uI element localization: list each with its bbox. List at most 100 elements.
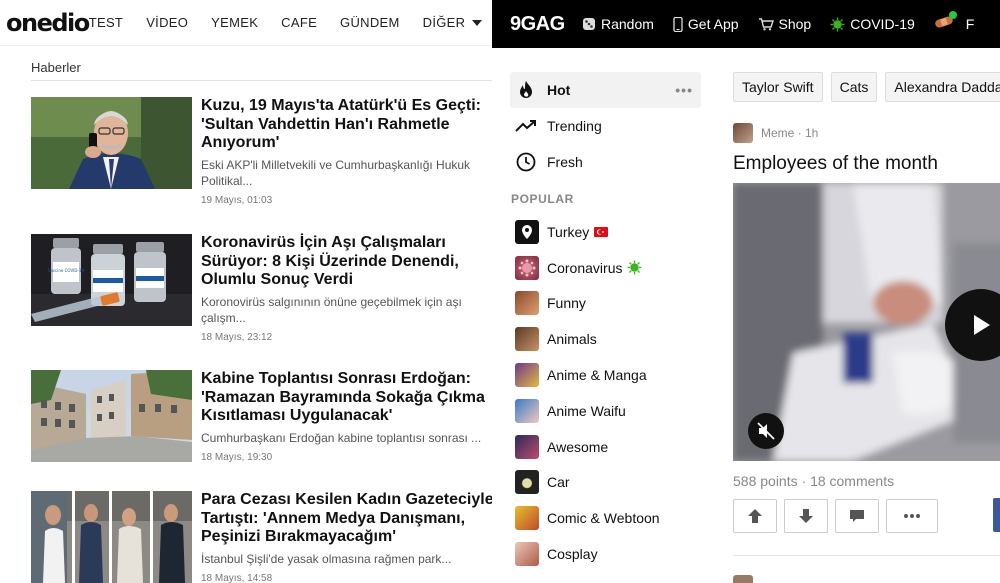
sidebar-item-label: Awesome [547,438,609,455]
section-avatar[interactable] [733,123,753,143]
nav-get-app[interactable]: Get App [673,16,739,32]
sidebar-item-label: Turkey [547,223,590,240]
nav-covid[interactable]: COVID-19 [830,16,915,32]
nav-get-app-label: Get App [687,16,739,32]
tag-alexandra-daddario[interactable]: Alexandra Daddario [885,72,1000,102]
nav-shop[interactable]: Shop [758,16,812,32]
sidebar-item-label: Trending [547,118,602,134]
car-section-icon [515,470,539,495]
popular-header: POPULAR [511,192,574,206]
onedio-top-nav: onedio TEST VİDEO YEMEK CAFE GÜNDEM DİĞE… [0,0,492,46]
flame-icon [515,79,537,101]
comment-button[interactable] [835,499,879,533]
nav-test[interactable]: TEST [89,15,123,30]
ninegag-top-bar: 9GAG Random Get App Shop COVID-19 F [492,0,1000,48]
ninegag-page: 9GAG Random Get App Shop COVID-19 F Hot … [492,0,1000,583]
sidebar-item-anime-manga[interactable]: Anime & Manga [510,357,701,393]
virus-icon [830,17,845,32]
sidebar-item-animals[interactable]: Animals [510,321,701,357]
clock-icon [515,151,537,173]
onedio-page: onedio TEST VİDEO YEMEK CAFE GÜNDEM DİĞE… [0,0,492,583]
cart-icon [758,17,774,31]
news-date: 18 Mayıs, 14:58 [201,572,273,583]
news-title[interactable]: Para Cezası Kesilen Kadın Gazeteciyle Ta… [201,491,492,547]
news-date: 18 Mayıs, 23:12 [201,331,273,343]
sidebar-item-hot[interactable]: Hot ••• [510,72,701,108]
news-article[interactable]: Kabine Toplantısı Sonrası Erdoğan: 'Rama… [31,370,492,465]
animals-section-icon [515,327,539,352]
sidebar-item-funny[interactable]: Funny [510,286,701,322]
sidebar-item-label: Comic & Webtoon [547,510,660,527]
nav-cut-item[interactable]: F [966,16,975,32]
news-thumbnail-journalist-police[interactable] [31,491,192,583]
news-description: Cumhurbaşkanı Erdoğan kabine toplantısı … [201,430,482,445]
ninegag-nav: Random Get App Shop COVID-19 F [582,10,993,34]
sidebar-item-cosplay[interactable]: Cosplay [510,536,701,572]
nav-cafe[interactable]: CAFE [281,15,317,30]
sidebar-item-coronavirus[interactable]: Coronavirus [510,250,701,286]
virus-icon [627,260,642,275]
news-thumbnail-politician-phone[interactable] [31,97,192,189]
anime-section-icon [515,363,539,388]
comic-section-icon [515,506,539,531]
sidebar-item-label: Hot [547,82,571,98]
news-text: Kuzu, 19 Mayıs'ta Atatürk'ü Es Geçti: 'S… [201,97,492,206]
post-video[interactable] [733,183,1000,461]
speaker-muted-icon [757,422,775,440]
news-description: Eski AKP'li Milletvekili ve Cumhurbaşkan… [201,157,471,188]
news-title[interactable]: Kabine Toplantısı Sonrası Erdoğan: 'Rama… [201,370,492,426]
news-title[interactable]: Kuzu, 19 Mayıs'ta Atatürk'ü Es Geçti: 'S… [201,97,492,153]
caret-down-icon [472,19,483,26]
sidebar-item-anime-waifu[interactable]: Anime Waifu [510,393,701,429]
sidebar-item-turkey[interactable]: Turkey [510,214,701,250]
post-section-time[interactable]: Meme · 1h [761,126,818,140]
virus-icon [515,255,539,280]
sidebar-item-comic-webtoon[interactable]: Comic & Webtoon [510,500,701,536]
section-title-haberler: Haberler [31,60,81,75]
sidebar-item-car[interactable]: Car [510,465,701,501]
sidebar-item-trending[interactable]: Trending [510,108,701,144]
nav-shop-label: Shop [778,16,812,32]
post-title[interactable]: Employees of the month [733,153,1000,175]
comments-link[interactable]: 18 comments [810,473,894,489]
downvote-button[interactable] [784,499,828,533]
next-post-avatar[interactable] [733,575,753,583]
news-article[interactable]: Kuzu, 19 Mayıs'ta Atatürk'ü Es Geçti: 'S… [31,97,492,206]
mute-button[interactable] [748,413,784,449]
points-link[interactable]: 588 points [733,473,798,489]
nav-diger[interactable]: DİĞER [423,15,483,30]
nav-video[interactable]: VİDEO [146,15,188,30]
sidebar-item-label: Animals [547,331,597,348]
stats-separator: · [797,473,811,489]
post-feed: Taylor Swift Cats Alexandra Daddario Mem… [733,72,1000,533]
sidebar-item-fresh[interactable]: Fresh [510,144,701,180]
sidebar-item-label: Car [547,474,570,491]
facebook-share-button[interactable] [993,498,1000,532]
sidebar-item-awesome[interactable]: Awesome [510,429,701,465]
more-options-button[interactable]: ••• [675,82,693,98]
awesome-section-icon [515,434,539,459]
onedio-logo[interactable]: onedio [6,9,90,37]
news-thumbnail-empty-street[interactable] [31,370,192,462]
nav-random[interactable]: Random [582,16,654,32]
notification-button[interactable] [934,10,957,34]
more-actions-button[interactable] [886,499,938,533]
nav-yemek[interactable]: YEMEK [211,15,258,30]
news-article[interactable]: Para Cezası Kesilen Kadın Gazeteciyle Ta… [31,491,492,583]
news-title[interactable]: Koronavirüs İçin Aşı Çalışmaları Sürüyor… [201,234,492,290]
nav-diger-label: DİĞER [422,15,466,30]
sidebar-item-label: Cosplay [547,546,598,563]
ninegag-logo[interactable]: 9GAG [510,13,582,36]
tag-cats[interactable]: Cats [830,72,878,102]
upvote-button[interactable] [733,499,777,533]
news-text: Kabine Toplantısı Sonrası Erdoğan: 'Rama… [201,370,492,463]
news-date: 18 Mayıs, 19:30 [201,451,273,463]
sidebar-item-label: Funny [547,295,586,312]
tag-taylor-swift[interactable]: Taylor Swift [733,72,823,102]
location-pin-icon [515,219,539,244]
news-thumbnail-vaccine-vials[interactable]: Vaccine COVID-19 [31,234,192,326]
news-text: Para Cezası Kesilen Kadın Gazeteciyle Ta… [201,491,492,583]
news-article[interactable]: Vaccine COVID-19 Koronavirüs İçin Aşı Ça… [31,234,492,343]
nav-gundem[interactable]: GÜNDEM [340,15,400,30]
arrow-down-icon [799,509,813,523]
